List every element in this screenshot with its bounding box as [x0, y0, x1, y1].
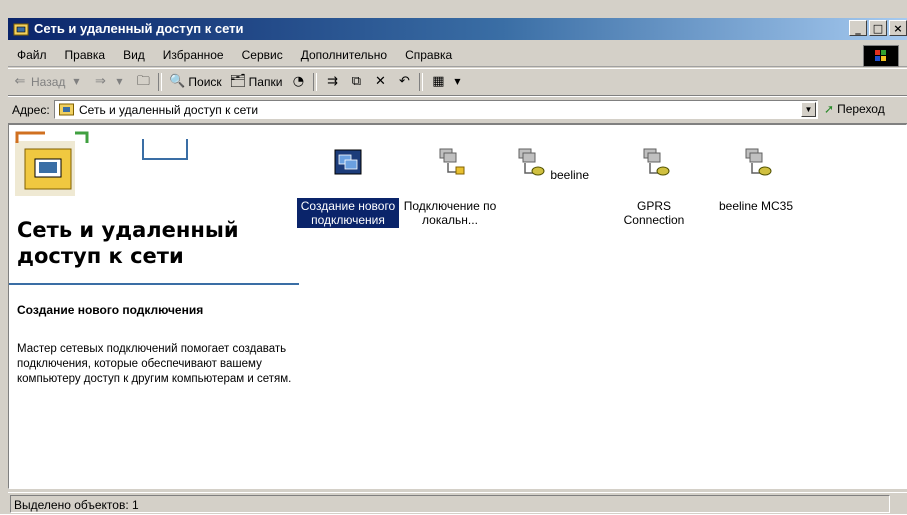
windows-logo-icon	[863, 45, 899, 67]
folders-button[interactable]: 🗂 Папки	[226, 74, 287, 90]
connection-lan[interactable]: Подключение по локальн...	[399, 147, 501, 228]
status-bar: Выделено объектов: 1	[8, 492, 907, 515]
menu-favorites[interactable]: Избранное	[154, 48, 233, 62]
connection-new[interactable]: Создание нового подключения	[297, 147, 399, 228]
search-button[interactable]: 🔍 Поиск	[165, 74, 225, 90]
menu-help[interactable]: Справка	[396, 48, 461, 62]
dialup-connection-icon	[518, 148, 545, 176]
search-label: Поиск	[188, 75, 222, 89]
chevron-down-icon: ▼	[73, 77, 80, 86]
selected-item-description: Мастер сетевых подключений помогает созд…	[17, 343, 292, 385]
menu-view[interactable]: Вид	[114, 48, 154, 62]
go-arrow-icon: ➚	[824, 102, 835, 116]
pane-title: Сеть и удаленный доступ к сети	[17, 218, 239, 268]
history-button[interactable]: ◔	[286, 74, 310, 90]
maximize-button[interactable]: □	[869, 20, 887, 36]
copy-to-icon: ⧉	[351, 74, 362, 89]
views-icon: ▦	[432, 74, 445, 89]
views-button[interactable]: ▦ ▼	[426, 74, 469, 90]
window-controls: _ □ ×	[849, 20, 907, 38]
up-folder-button[interactable]: 🗀	[131, 74, 155, 90]
toolbar-separator	[419, 73, 424, 91]
minimize-button[interactable]: _	[849, 20, 867, 36]
undo-icon: ↶	[398, 74, 410, 89]
menu-tools[interactable]: Сервис	[233, 48, 292, 62]
new-connection-icon	[334, 149, 362, 175]
list-item-label: beeline MC35	[718, 199, 794, 213]
network-folder-icon	[59, 103, 74, 116]
connection-beeline[interactable]: beeline	[501, 147, 603, 183]
list-item-label: beeline	[550, 168, 590, 182]
network-folder-icon	[13, 23, 29, 36]
address-label: Адрес:	[12, 103, 50, 117]
close-button[interactable]: ×	[889, 20, 907, 36]
back-arrow-icon: ⇐	[14, 74, 26, 89]
go-label: Переход	[837, 102, 885, 116]
dialup-connection-icon	[643, 148, 670, 176]
address-input[interactable]: Сеть и удаленный доступ к сети ▼	[54, 100, 818, 119]
list-item-label: Подключение по локальн...	[403, 199, 497, 227]
address-value: Сеть и удаленный доступ к сети	[79, 103, 259, 117]
title-bar[interactable]: Сеть и удаленный доступ к сети _ □ ×	[8, 18, 907, 40]
dialup-connection-icon	[745, 148, 772, 176]
forward-button[interactable]: ⇒ ▼	[88, 74, 131, 90]
explorer-window: Сеть и удаленный доступ к сети _ □ × Фай…	[0, 0, 907, 514]
back-label: Назад	[31, 75, 66, 89]
folders-label: Папки	[248, 75, 283, 89]
toolbar-separator	[313, 73, 318, 91]
folder-content: Сеть и удаленный доступ к сети Создание …	[8, 124, 907, 489]
undo-button[interactable]: ↶	[392, 74, 416, 90]
list-item-label: GPRS Connection	[623, 199, 685, 227]
go-button[interactable]: ➚ Переход	[824, 102, 885, 116]
list-item-label: Создание нового подключения	[297, 198, 399, 228]
pane-divider	[9, 283, 299, 285]
lan-connection-icon	[439, 148, 465, 175]
selected-item-title: Создание нового подключения	[17, 303, 204, 317]
up-folder-icon: 🗀	[136, 74, 150, 89]
history-icon: ◔	[292, 74, 305, 89]
menu-bar: Файл Правка Вид Избранное Сервис Дополни…	[8, 44, 907, 67]
network-banner-icon	[15, 131, 188, 196]
move-to-button[interactable]: ⇉	[320, 74, 344, 90]
menu-edit[interactable]: Правка	[56, 48, 115, 62]
connection-gprs[interactable]: GPRS Connection	[603, 147, 705, 228]
menu-advanced[interactable]: Дополнительно	[292, 48, 396, 62]
menu-file[interactable]: Файл	[8, 48, 56, 62]
chevron-down-icon: ▼	[116, 77, 123, 86]
address-bar: Адрес: Сеть и удаленный доступ к сети ▼ …	[8, 96, 907, 124]
folders-icon: 🗂	[229, 74, 247, 89]
back-button[interactable]: ⇐ Назад ▼	[8, 74, 88, 90]
search-icon: 🔍	[169, 74, 186, 89]
web-view-pane: Сеть и удаленный доступ к сети Создание …	[9, 125, 299, 488]
toolbar-separator	[158, 73, 163, 91]
window-title: Сеть и удаленный доступ к сети	[34, 21, 244, 36]
copy-to-button[interactable]: ⧉	[344, 74, 368, 90]
address-dropdown-button[interactable]: ▼	[801, 102, 816, 117]
forward-arrow-icon: ⇒	[94, 74, 106, 89]
status-text: Выделено объектов: 1	[10, 495, 890, 513]
move-to-icon: ⇉	[326, 74, 338, 89]
standard-toolbar: ⇐ Назад ▼ ⇒ ▼ 🗀 🔍 Поиск 🗂 Папки ◔ ⇉ ⧉ ✕ …	[8, 68, 907, 96]
delete-button[interactable]: ✕	[368, 74, 392, 90]
connection-beeline-mc35[interactable]: beeline MC35	[705, 147, 807, 214]
delete-icon: ✕	[374, 74, 386, 89]
chevron-down-icon: ▼	[454, 77, 461, 86]
